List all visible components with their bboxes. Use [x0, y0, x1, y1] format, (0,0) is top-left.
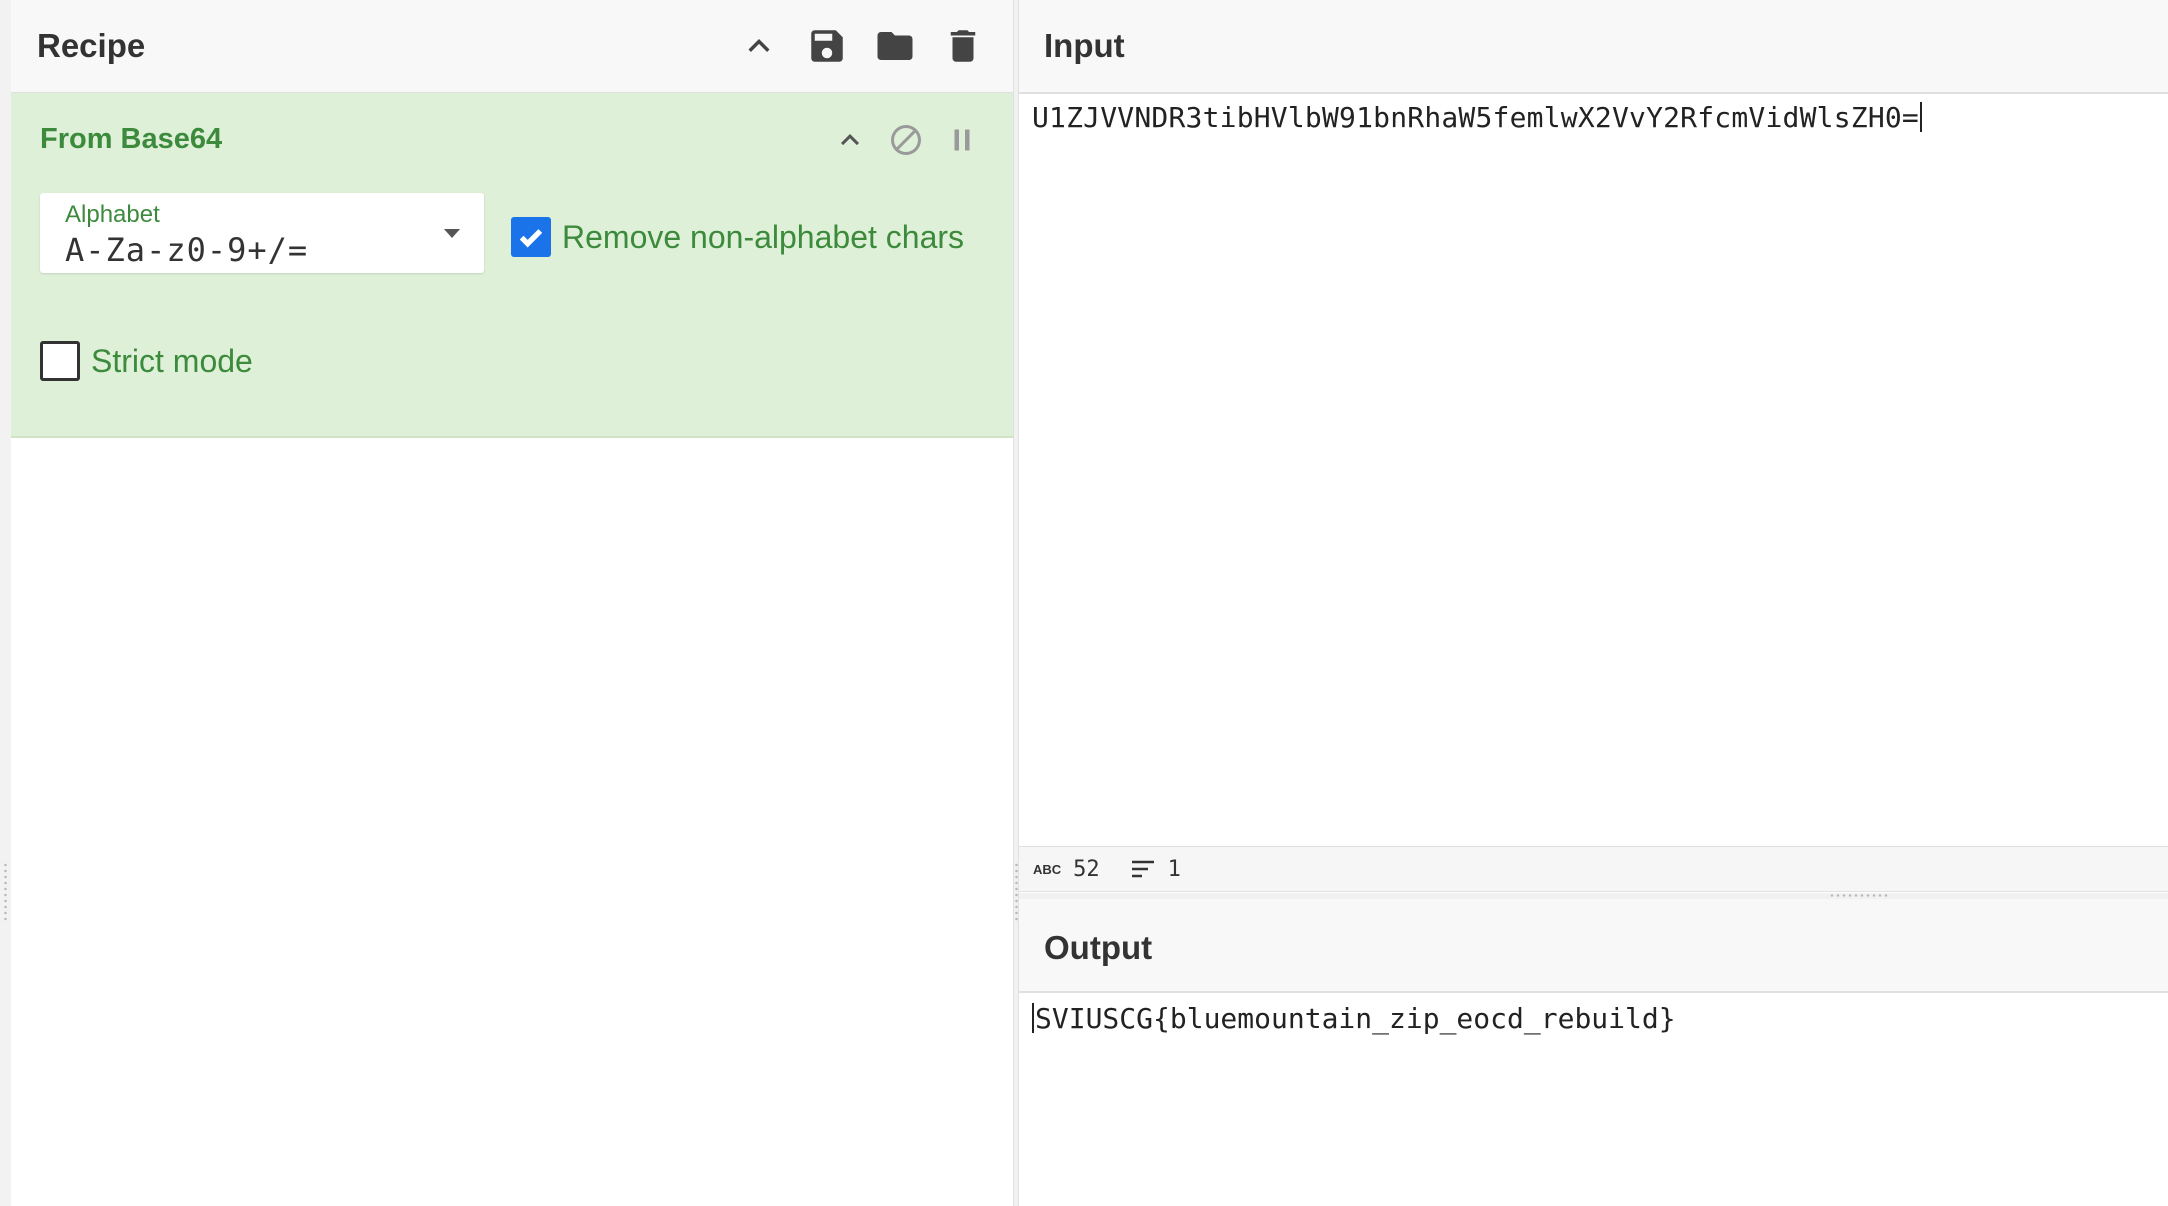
disable-icon[interactable]: [883, 117, 929, 163]
line-count-icon: [1130, 858, 1156, 880]
alphabet-label: Alphabet: [65, 201, 160, 228]
text-caret: [1920, 102, 1922, 132]
strict-mode-checkbox[interactable]: Strict mode: [40, 341, 253, 381]
remove-non-alphabet-label: Remove non-alphabet chars: [562, 218, 965, 255]
pause-icon[interactable]: [939, 117, 985, 163]
folder-icon[interactable]: [871, 22, 919, 70]
resize-handle[interactable]: [4, 862, 7, 922]
resize-handle[interactable]: [1829, 894, 1889, 897]
output-pane: Output SVIUSCG{bluemountain_zip_eocd_reb…: [1019, 899, 2168, 1206]
input-status-bar: ABC 52 1: [1019, 846, 2168, 892]
line-count: 1: [1167, 856, 1181, 882]
char-count: 52: [1073, 856, 1100, 882]
operation-title: From Base64: [40, 123, 223, 155]
output-header: Output: [1019, 899, 2168, 993]
output-textarea[interactable]: SVIUSCG{bluemountain_zip_eocd_rebuild}: [1032, 1002, 1676, 1035]
output-title: Output: [1044, 929, 1153, 966]
recipe-title: Recipe: [37, 27, 146, 64]
chevron-up-icon[interactable]: [827, 117, 873, 163]
input-header: Input: [1019, 0, 2168, 94]
remove-non-alphabet-checkbox[interactable]: Remove non-alphabet chars: [511, 217, 964, 257]
chevron-up-icon[interactable]: [735, 22, 783, 70]
alphabet-select[interactable]: Alphabet A-Za-z0-9+/=: [40, 193, 484, 273]
input-title: Input: [1044, 27, 1125, 64]
resize-handle[interactable]: [1015, 862, 1018, 922]
operation-from-base64[interactable]: From Base64 Alphabet A-Za-z0-9+/= Remove…: [11, 93, 1013, 438]
checkbox-checked-icon[interactable]: [511, 217, 551, 257]
strict-mode-label: Strict mode: [91, 342, 253, 379]
trash-icon[interactable]: [939, 22, 987, 70]
char-count-icon: ABC: [1033, 861, 1062, 877]
chevron-down-icon: [444, 229, 460, 238]
save-icon[interactable]: [803, 22, 851, 70]
recipe-header: Recipe: [11, 0, 1013, 94]
output-text: SVIUSCG{bluemountain_zip_eocd_rebuild}: [1035, 1002, 1676, 1035]
checkbox-unchecked-icon[interactable]: [40, 341, 80, 381]
operation-controls: [817, 117, 985, 163]
input-textarea[interactable]: U1ZJVVNDR3tibHVlbW91bnRhaW5femlwX2VvY2Rf…: [1032, 101, 1922, 134]
text-caret: [1032, 1003, 1034, 1033]
input-pane: Input U1ZJVVNDR3tibHVlbW91bnRhaW5femlwX2…: [1019, 0, 2168, 893]
input-text: U1ZJVVNDR3tibHVlbW91bnRhaW5femlwX2VvY2Rf…: [1032, 101, 1919, 134]
recipe-toolbar: [715, 22, 987, 70]
alphabet-value: A-Za-z0-9+/=: [65, 231, 309, 269]
recipe-pane: Recipe From Base64 Alphabet A-Za-z0-9+/=…: [11, 0, 1013, 1206]
